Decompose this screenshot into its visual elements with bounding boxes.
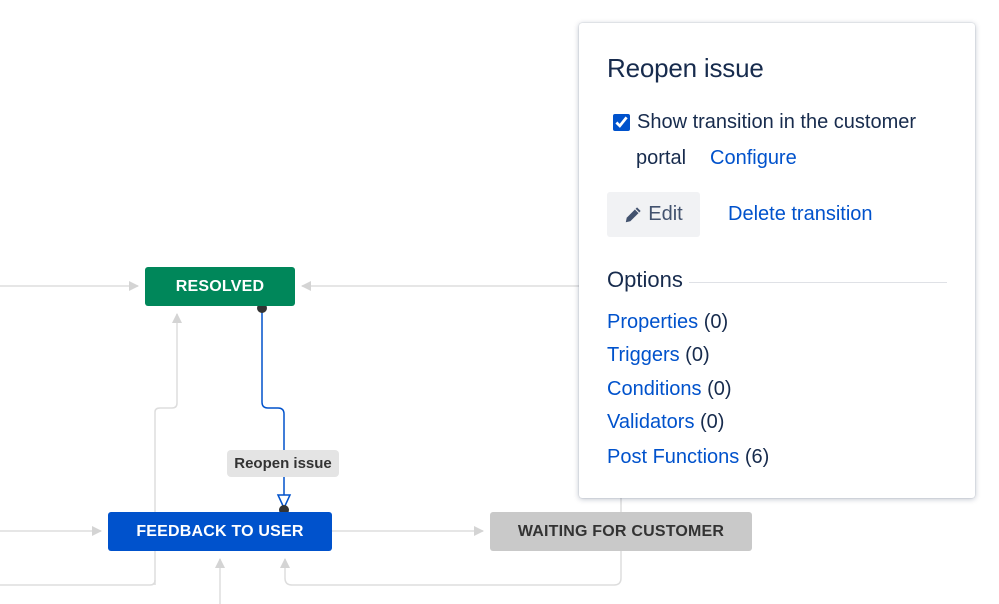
status-feedback-label: FEEDBACK TO USER [136,522,304,540]
reopen-transition-connector[interactable] [257,303,292,515]
transition-label-reopen-issue[interactable]: Reopen issue [227,450,339,477]
status-feedback-to-user[interactable]: FEEDBACK TO USER [108,512,332,551]
panel-title: Reopen issue [607,53,764,83]
conditions-link[interactable]: Conditions [607,378,702,400]
validators-link[interactable]: Validators [607,411,694,433]
edit-button-label: Edit [648,203,683,225]
edit-button[interactable]: Edit [607,192,700,237]
status-waiting-for-customer[interactable]: WAITING FOR CUSTOMER [490,512,752,551]
post-functions-count: (6) [744,446,770,468]
properties-link[interactable]: Properties [607,311,698,333]
transition-details-panel: Reopen issue Show transition in the cust… [579,23,975,498]
validators-count: (0) [700,411,725,433]
pencil-icon [626,206,641,222]
status-resolved-label: RESOLVED [175,277,265,295]
status-resolved[interactable]: RESOLVED [145,267,295,306]
connector-left-bottom[interactable] [0,579,156,586]
show-in-portal-checkbox[interactable] [613,114,630,131]
triggers-count: (0) [685,344,710,366]
conditions-count: (0) [707,378,732,400]
option-conditions: Conditions (0) [607,378,732,401]
triggers-link[interactable]: Triggers [607,344,680,366]
properties-count: (0) [703,311,729,333]
options-heading: Options [607,267,689,293]
post-functions-link[interactable]: Post Functions [607,446,739,468]
option-properties: Properties (0) [607,311,728,334]
status-waiting-label: WAITING FOR CUSTOMER [517,522,725,540]
show-in-portal-label-line2: portal [636,147,687,169]
option-triggers: Triggers (0) [607,344,710,367]
show-in-portal-label-line1: Show transition in the customer [637,111,917,133]
option-validators: Validators (0) [607,411,724,434]
connector-waiting-to-feedback[interactable] [280,551,622,586]
transition-label-text: Reopen issue [234,455,332,472]
option-post-functions: Post Functions (6) [607,446,769,469]
delete-transition-link[interactable]: Delete transition [728,203,873,226]
configure-link[interactable]: Configure [710,147,797,170]
